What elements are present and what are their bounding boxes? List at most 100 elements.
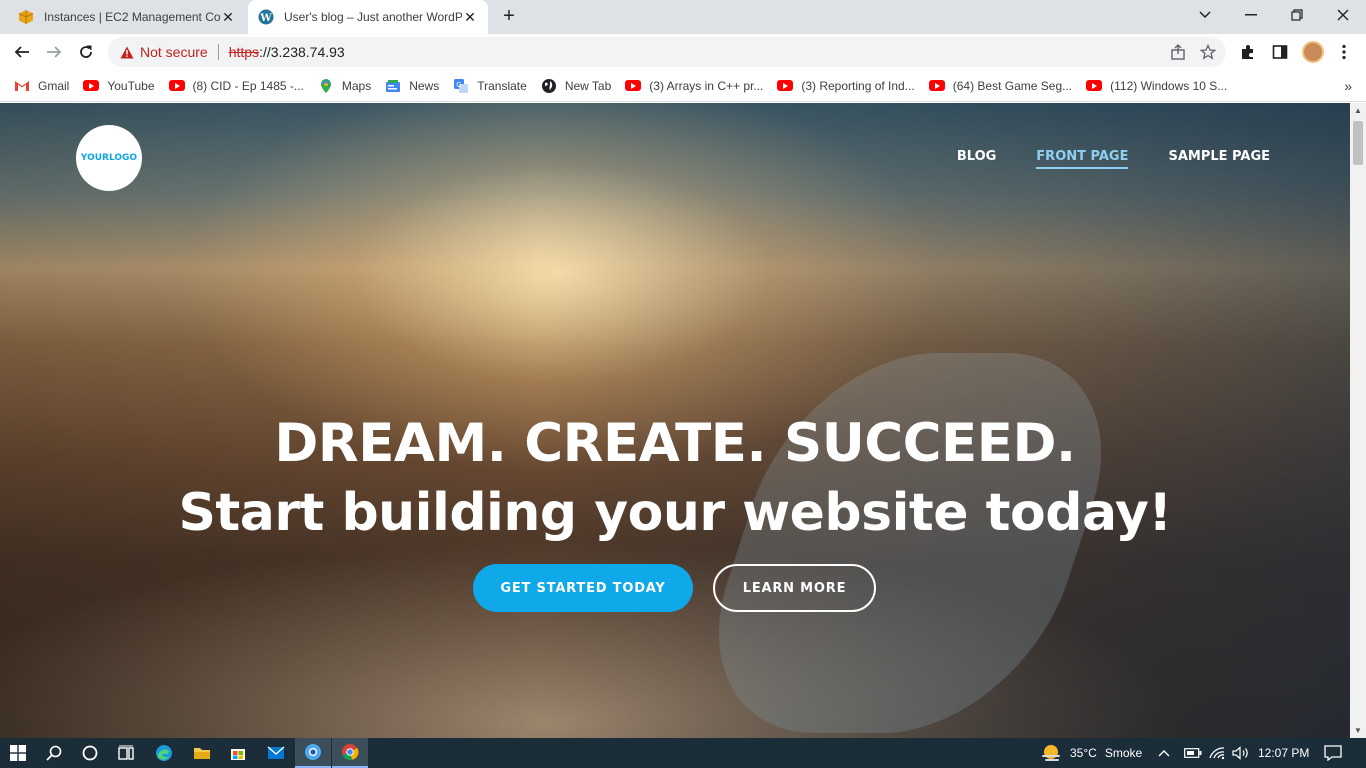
svg-text:W: W: [259, 13, 272, 24]
bookmark-label: (112) Windows 10 S...: [1110, 78, 1228, 93]
bookmarks-bar: Gmail YouTube (8) CID - Ep 1485 -... Map…: [0, 70, 1366, 102]
wordpress-icon: W: [258, 9, 274, 25]
back-button[interactable]: [8, 38, 36, 66]
tab-search-chevron-icon[interactable]: [1182, 0, 1228, 30]
edge-icon[interactable]: [146, 738, 182, 768]
maps-icon: [318, 78, 334, 94]
bookmark-star-icon[interactable]: [1199, 43, 1217, 63]
bookmark-label: Translate: [477, 78, 527, 93]
volume-icon[interactable]: [1232, 738, 1250, 768]
nav-blog[interactable]: BLOG: [957, 149, 996, 169]
nav-sample-page[interactable]: SAMPLE PAGE: [1168, 149, 1270, 169]
bookmark-label: (3) Reporting of Ind...: [801, 78, 915, 93]
hero-section: YOURLOGO BLOG FRONT PAGE SAMPLE PAGE DRE…: [0, 103, 1350, 738]
extensions-puzzle-icon[interactable]: [1238, 42, 1258, 62]
tray-overflow-chevron-icon[interactable]: [1158, 738, 1170, 768]
bookmark-windows-10[interactable]: (112) Windows 10 S...: [1086, 78, 1227, 94]
tab-title: Instances | EC2 Management Con: [44, 10, 220, 24]
hero-text: DREAM. CREATE. SUCCEED. Start building y…: [0, 408, 1350, 546]
site-nav: BLOG FRONT PAGE SAMPLE PAGE: [957, 149, 1270, 169]
bookmark-label: (3) Arrays in C++ pr...: [649, 78, 764, 93]
menu-kebab-icon[interactable]: [1334, 42, 1354, 62]
weather-temperature: 35°C: [1070, 746, 1097, 760]
tab-title: User's blog – Just another WordP: [284, 10, 462, 24]
bookmark-cid-episode[interactable]: (8) CID - Ep 1485 -...: [168, 78, 304, 94]
search-icon[interactable]: [36, 738, 72, 768]
bookmarks-overflow-icon[interactable]: »: [1344, 78, 1352, 94]
bookmark-best-game[interactable]: (64) Best Game Seg...: [928, 78, 1073, 94]
file-explorer-icon[interactable]: [184, 738, 220, 768]
bookmark-label: Gmail: [38, 78, 70, 93]
reload-button[interactable]: [72, 38, 100, 66]
weather-widget[interactable]: 35°C Smoke: [1040, 738, 1142, 768]
youtube-icon: [1086, 78, 1103, 94]
svg-text:G: G: [457, 81, 462, 89]
bookmark-maps[interactable]: Maps: [318, 78, 371, 94]
weather-description: Smoke: [1104, 746, 1143, 760]
bookmark-label: (64) Best Game Seg...: [952, 78, 1073, 93]
battery-icon[interactable]: [1184, 738, 1202, 768]
youtube-icon: [928, 78, 945, 94]
bookmark-news[interactable]: News: [385, 78, 439, 94]
bookmark-gmail[interactable]: Gmail: [14, 78, 69, 94]
translate-icon: G: [453, 78, 469, 94]
mail-icon[interactable]: [258, 738, 294, 768]
new-tab-button[interactable]: +: [498, 6, 520, 28]
bookmark-label: YouTube: [107, 78, 155, 93]
scroll-down-arrow-icon[interactable]: ▼: [1354, 726, 1362, 735]
microsoft-store-icon[interactable]: [220, 738, 256, 768]
page-scrollbar[interactable]: ▲ ▼: [1350, 103, 1366, 738]
notifications-icon[interactable]: [1324, 738, 1342, 768]
minimize-button[interactable]: [1228, 0, 1274, 30]
wifi-icon[interactable]: [1208, 738, 1226, 768]
bookmark-translate[interactable]: G Translate: [453, 78, 527, 94]
youtube-icon: [625, 78, 642, 94]
windows-start-icon[interactable]: [0, 738, 36, 768]
browser-toolbar: Not secure https ://3.238.74.93: [0, 34, 1366, 70]
bookmark-label: (8) CID - Ep 1485 -...: [192, 78, 304, 93]
chromium-app-icon[interactable]: [295, 738, 331, 768]
side-panel-icon[interactable]: [1270, 42, 1290, 62]
get-started-button[interactable]: GET STARTED TODAY: [473, 564, 693, 612]
tab-strip: Instances | EC2 Management Con ✕ W User'…: [0, 0, 1366, 34]
security-status[interactable]: Not secure: [140, 44, 208, 60]
nav-front-page[interactable]: FRONT PAGE: [1036, 149, 1129, 169]
forward-button[interactable]: [40, 38, 68, 66]
windows-taskbar: 35°C Smoke 12:07 PM: [0, 738, 1366, 768]
youtube-icon: [83, 78, 100, 94]
bookmark-label: Maps: [341, 78, 372, 93]
close-tab-icon[interactable]: ✕: [462, 9, 478, 26]
scroll-up-arrow-icon[interactable]: ▲: [1354, 106, 1362, 115]
bookmark-label: News: [409, 78, 440, 93]
url-protocol: https: [228, 44, 260, 60]
close-window-button[interactable]: [1320, 0, 1366, 30]
bookmark-reporting[interactable]: (3) Reporting of Ind...: [777, 78, 915, 94]
bookmark-youtube[interactable]: YouTube: [83, 78, 155, 94]
warning-icon[interactable]: [120, 46, 134, 59]
bookmark-new-tab[interactable]: New Tab: [541, 78, 611, 94]
cortana-icon[interactable]: [72, 738, 108, 768]
news-icon: [385, 78, 401, 94]
share-icon[interactable]: [1170, 44, 1186, 63]
aws-box-icon: [18, 9, 34, 25]
tab-users-blog[interactable]: W User's blog – Just another WordP ✕: [248, 0, 488, 34]
restore-button[interactable]: [1274, 0, 1320, 30]
learn-more-button[interactable]: LEARN MORE: [713, 564, 876, 612]
close-tab-icon[interactable]: ✕: [220, 9, 236, 26]
bookmark-label: New Tab: [564, 78, 612, 93]
youtube-icon: [777, 78, 794, 94]
scrollbar-thumb[interactable]: [1353, 121, 1363, 165]
url-host: ://3.238.74.93: [259, 44, 345, 60]
bookmark-arrays-cpp[interactable]: (3) Arrays in C++ pr...: [625, 78, 763, 94]
weather-sun-haze-icon: [1040, 742, 1062, 764]
tab-ec2-instances[interactable]: Instances | EC2 Management Con ✕: [8, 0, 246, 34]
youtube-icon: [168, 78, 185, 94]
task-view-icon[interactable]: [108, 738, 144, 768]
hero-headline: DREAM. CREATE. SUCCEED.: [274, 413, 1076, 474]
hero-subheadline: Start building your website today!: [178, 483, 1172, 543]
chrome-icon[interactable]: [332, 738, 368, 768]
system-clock[interactable]: 12:07 PM: [1258, 738, 1309, 768]
profile-avatar[interactable]: [1302, 41, 1324, 63]
site-logo[interactable]: YOURLOGO: [76, 125, 142, 191]
address-bar[interactable]: Not secure https ://3.238.74.93: [108, 37, 1226, 67]
